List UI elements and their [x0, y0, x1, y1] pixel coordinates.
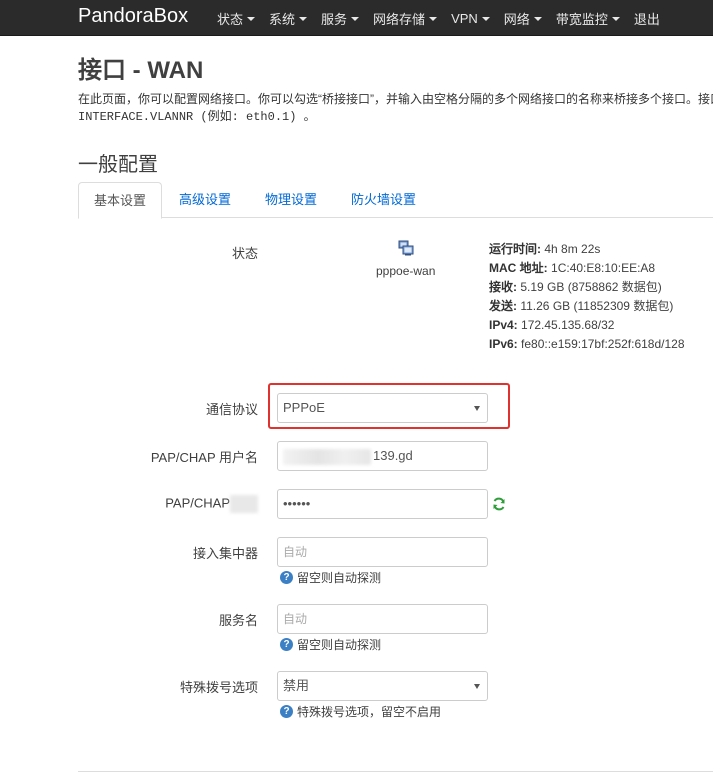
- redacted-label-region: [230, 495, 258, 513]
- protocol-select[interactable]: PPPoE: [277, 393, 488, 423]
- caret-down-icon: [481, 17, 490, 21]
- nav-item-3[interactable]: 网络存储: [373, 9, 438, 28]
- nav-item-label: 系统: [269, 11, 296, 27]
- username-input[interactable]: 139.gd: [277, 441, 488, 471]
- password-label: PAP/CHAP: [165, 495, 230, 511]
- tab-advanced-settings[interactable]: 高级设置: [164, 182, 246, 218]
- section-title: 一般配置: [78, 154, 158, 176]
- mac-value: 1C:40:E8:10:EE:A8: [551, 261, 656, 275]
- ac-hint: ? 留空则自动探测: [280, 569, 381, 586]
- caret-down-icon: [429, 17, 438, 21]
- ipv6-label: IPv6:: [489, 337, 518, 351]
- nav-item-7[interactable]: 退出: [634, 9, 660, 28]
- caret-down-icon: [533, 17, 542, 21]
- mac-label: MAC 地址:: [489, 261, 548, 275]
- page-title: 接口 - WAN: [78, 57, 204, 84]
- username-label: PAP/CHAP 用户名: [150, 450, 258, 465]
- ac-placeholder: 自动: [283, 545, 308, 559]
- tx-label: 发送:: [489, 299, 517, 313]
- page-description: 在此页面，你可以配置网络接口。你可以勾选“桥接接口”，并输入由空格分隔的多个网络…: [78, 92, 713, 106]
- service-label: 服务名: [218, 613, 258, 628]
- service-placeholder: 自动: [283, 612, 308, 626]
- nav-item-2[interactable]: 服务: [321, 9, 360, 28]
- rx-value: 5.19 GB (8758862 数据包): [520, 280, 662, 294]
- tx-value: 11.26 GB (11852309 数据包): [520, 299, 674, 313]
- ipv4-value: 172.45.135.68/32: [521, 318, 615, 332]
- nav-item-label: 网络存储: [373, 11, 426, 27]
- help-icon: ?: [280, 638, 293, 651]
- interface-name: pppoe-wan: [376, 264, 436, 278]
- settings-tabs: 基本设置 高级设置 物理设置 防火墙设置: [78, 182, 713, 219]
- username-visible-suffix: 139.gd: [373, 448, 413, 463]
- service-hint-text: 留空则自动探测: [297, 638, 382, 652]
- redacted-region: [283, 448, 371, 465]
- uptime-value: 4h 8m 22s: [544, 242, 601, 256]
- service-hint: ? 留空则自动探测: [280, 636, 381, 653]
- status-label: 状态: [231, 246, 258, 261]
- protocol-value: PPPoE: [283, 400, 325, 415]
- top-navbar: PandoraBox 状态 系统 服务 网络存储 VPN 网络 带宽监控 退出: [0, 0, 713, 36]
- ac-label: 接入集中器: [192, 546, 258, 561]
- dial-hint: ? 特殊拨号选项，留空不启用: [280, 703, 441, 720]
- tab-physical-settings[interactable]: 物理设置: [250, 182, 332, 218]
- dial-hint-text: 特殊拨号选项，留空不启用: [297, 705, 442, 719]
- uptime-label: 运行时间:: [489, 242, 541, 256]
- help-icon: ?: [280, 705, 293, 718]
- nav-item-label: 带宽监控: [555, 11, 608, 27]
- ipv4-label: IPv4:: [489, 318, 518, 332]
- caret-down-icon: [247, 17, 256, 21]
- dial-label: 特殊拨号选项: [179, 680, 258, 695]
- ipv6-value: fe80::e159:17bf:252f:618d/128: [521, 337, 685, 351]
- nav-item-5[interactable]: 网络: [504, 9, 542, 28]
- ac-hint-text: 留空则自动探测: [297, 571, 382, 585]
- nav-item-label: 退出: [633, 11, 660, 27]
- tab-basic-settings[interactable]: 基本设置: [78, 182, 163, 219]
- main-nav: 状态 系统 服务 网络存储 VPN 网络 带宽监控 退出: [217, 0, 674, 36]
- caret-down-icon: [611, 17, 620, 21]
- password-label-wrap: PAP/CHAP: [165, 495, 258, 513]
- nav-item-0[interactable]: 状态: [217, 9, 256, 28]
- password-input[interactable]: ••••••: [277, 489, 488, 519]
- nav-item-1[interactable]: 系统: [269, 9, 308, 28]
- rx-label: 接收:: [489, 280, 517, 294]
- help-icon: ?: [280, 571, 293, 584]
- tab-firewall-settings[interactable]: 防火墙设置: [336, 182, 431, 218]
- password-dots: ••••••: [283, 496, 311, 511]
- reveal-password-icon[interactable]: [492, 497, 506, 511]
- section-divider: [78, 771, 713, 772]
- interface-status-info: 运行时间: 4h 8m 22s MAC 地址: 1C:40:E8:10:EE:A…: [489, 240, 685, 354]
- nav-item-label: 服务: [321, 11, 348, 27]
- caret-down-icon: [351, 17, 360, 21]
- select-arrow-icon: [474, 406, 480, 411]
- service-input[interactable]: 自动: [277, 604, 488, 634]
- protocol-label: 通信协议: [205, 402, 258, 417]
- network-interface-icon: [398, 240, 414, 256]
- nav-item-label: VPN: [451, 10, 478, 26]
- dial-select[interactable]: 禁用: [277, 671, 488, 701]
- ac-input[interactable]: 自动: [277, 537, 488, 567]
- caret-down-icon: [299, 17, 308, 21]
- page-description-example: INTERFACE.VLANNR (例如: eth0.1) 。: [78, 110, 316, 124]
- select-arrow-icon: [474, 684, 480, 689]
- brand-logo[interactable]: PandoraBox: [78, 4, 188, 28]
- nav-item-label: 网络: [503, 11, 530, 27]
- nav-item-4[interactable]: VPN: [451, 11, 490, 26]
- nav-item-6[interactable]: 带宽监控: [556, 9, 620, 28]
- dial-value: 禁用: [283, 678, 310, 693]
- nav-item-label: 状态: [217, 11, 244, 27]
